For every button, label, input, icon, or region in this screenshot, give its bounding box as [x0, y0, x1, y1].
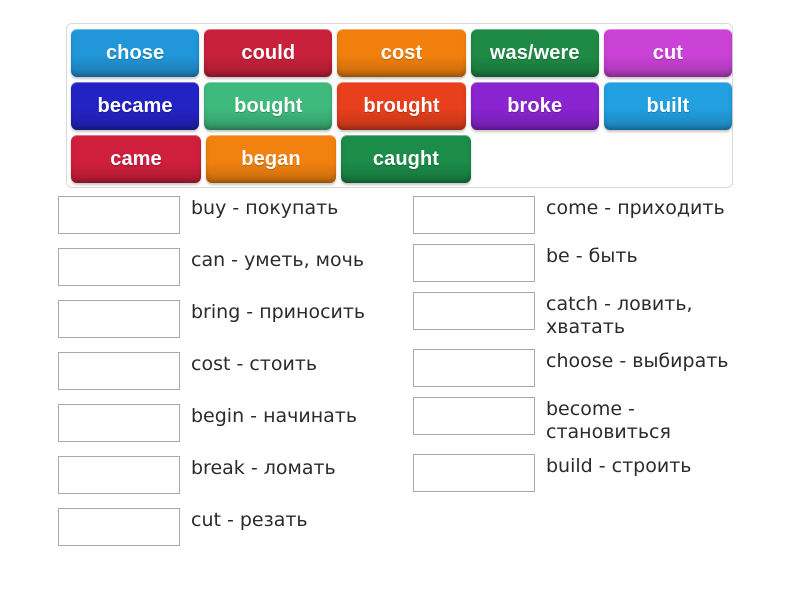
word-tile[interactable]: became	[71, 82, 200, 130]
list-item: buy - покупать	[58, 196, 398, 234]
answer-drop-slot[interactable]	[58, 508, 180, 546]
word-tile[interactable]: chose	[71, 29, 200, 77]
matching-column-right: come - приходить be - быть catch - ловит…	[413, 196, 753, 502]
word-tile[interactable]: bought	[204, 82, 333, 130]
word-tile-label: began	[241, 148, 301, 170]
word-tile-label: chose	[105, 42, 165, 64]
answer-drop-slot[interactable]	[413, 349, 535, 387]
word-tile-label: built	[646, 95, 690, 117]
prompt-text: come - приходить	[546, 197, 725, 219]
word-tile-label: cut	[652, 42, 684, 64]
prompt-text: begin - начинать	[191, 405, 358, 427]
word-tile-label: caught	[372, 148, 440, 170]
prompt-text: catch - ловить, хватать	[546, 293, 693, 338]
list-item: can - уметь, мочь	[58, 248, 398, 286]
word-tile[interactable]: could	[204, 29, 333, 77]
word-tile[interactable]: brought	[337, 82, 466, 130]
word-tile-label: cost	[380, 42, 423, 64]
answer-drop-slot[interactable]	[413, 292, 535, 330]
answer-drop-slot[interactable]	[58, 248, 180, 286]
word-bank-row-2: became bought brought broke built	[71, 82, 733, 130]
word-tile[interactable]: caught	[341, 135, 471, 183]
answer-drop-slot[interactable]	[58, 196, 180, 234]
prompt-text: bring - приносить	[191, 301, 366, 323]
list-item: come - приходить	[413, 196, 753, 234]
word-bank-row-1: chose could cost was/were cut	[71, 29, 733, 77]
prompt-text: choose - выбирать	[546, 350, 729, 372]
prompt-text: cut - резать	[191, 509, 308, 531]
word-tile[interactable]: cut	[603, 29, 733, 77]
answer-drop-slot[interactable]	[413, 454, 535, 492]
word-tile-label: came	[110, 148, 162, 170]
word-bank-row-3: came began caught	[71, 135, 732, 183]
answer-drop-slot[interactable]	[58, 352, 180, 390]
word-tile[interactable]: was/were	[470, 29, 599, 77]
word-bank-panel: chose could cost was/were cut became bou…	[66, 23, 733, 188]
list-item: choose - выбирать	[413, 349, 753, 387]
prompt-text: be - быть	[546, 245, 638, 267]
answer-drop-slot[interactable]	[413, 397, 535, 435]
prompt-text: cost - стоить	[191, 353, 318, 375]
matching-column-left: buy - покупать can - уметь, мочь bring -…	[58, 196, 398, 560]
list-item: cost - стоить	[58, 352, 398, 390]
word-tile-label: brought	[363, 95, 440, 117]
answer-drop-slot[interactable]	[58, 456, 180, 494]
list-item: be - быть	[413, 244, 753, 282]
answer-drop-slot[interactable]	[413, 196, 535, 234]
prompt-text: build - строить	[546, 455, 692, 477]
word-tile[interactable]: cost	[337, 29, 466, 77]
prompt-text: break - ломать	[191, 457, 336, 479]
answer-drop-slot[interactable]	[58, 300, 180, 338]
answer-drop-slot[interactable]	[413, 244, 535, 282]
word-tile-label: broke	[507, 95, 563, 117]
list-item: catch - ловить, хватать	[413, 292, 753, 339]
word-tile[interactable]: built	[603, 82, 733, 130]
list-item: begin - начинать	[58, 404, 398, 442]
prompt-text: become - становиться	[546, 398, 671, 443]
prompt-text: can - уметь, мочь	[191, 249, 365, 271]
answer-drop-slot[interactable]	[58, 404, 180, 442]
word-tile-label: bought	[234, 95, 303, 117]
word-tile-label: became	[97, 95, 173, 117]
matching-exercise-page: chose could cost was/were cut became bou…	[0, 0, 800, 600]
list-item: bring - приносить	[58, 300, 398, 338]
word-tile-label: was/were	[489, 42, 580, 64]
list-item: build - строить	[413, 454, 753, 492]
word-tile[interactable]: came	[71, 135, 201, 183]
list-item: cut - резать	[58, 508, 398, 546]
word-tile[interactable]: began	[206, 135, 336, 183]
list-item: become - становиться	[413, 397, 753, 444]
prompt-text: buy - покупать	[191, 197, 339, 219]
list-item: break - ломать	[58, 456, 398, 494]
word-tile-label: could	[241, 42, 296, 64]
word-tile[interactable]: broke	[470, 82, 599, 130]
